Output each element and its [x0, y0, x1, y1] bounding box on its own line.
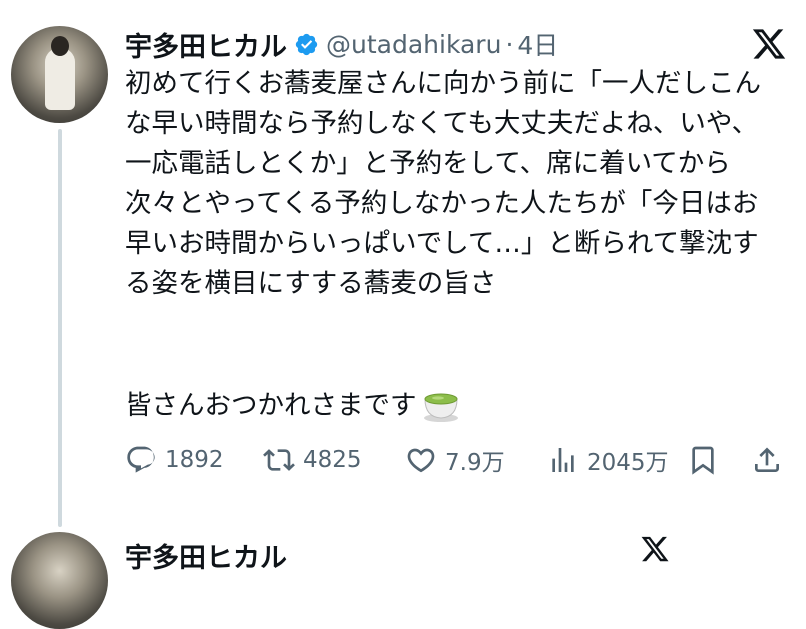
greeting-text: 皆さんおつかれさまです	[125, 390, 417, 421]
x-logo-icon[interactable]	[750, 26, 788, 62]
repost-icon	[263, 449, 295, 471]
views-icon	[552, 448, 574, 472]
timestamp[interactable]: 4日	[517, 26, 558, 62]
repost-count: 4825	[303, 447, 362, 473]
avatar[interactable]	[11, 26, 108, 123]
next-tweet-avatar[interactable]	[11, 532, 108, 629]
share-icon	[755, 447, 779, 472]
tweet-greeting-line: 皆さんおつかれさまです	[125, 386, 461, 426]
avatar-figure	[45, 48, 75, 110]
tweet-text: 初めて行くお蕎麦屋さんに向かう前に「一人だしこんな早い時間なら予約しなくても大丈…	[125, 68, 761, 299]
views-button[interactable]: 2045万	[547, 442, 669, 478]
bookmark-icon	[692, 446, 714, 475]
action-bar: 1892 4825 7.9万 2045万	[125, 442, 790, 478]
like-button[interactable]: 7.9万	[405, 442, 505, 478]
views-count: 2045万	[587, 450, 669, 476]
reply-icon	[127, 446, 155, 473]
tweet-header: 宇多田ヒカル @utadahikaru · 4日	[125, 25, 558, 64]
like-count: 7.9万	[445, 450, 505, 476]
handle[interactable]: @utadahikaru	[326, 30, 501, 59]
reply-count: 1892	[165, 447, 224, 473]
display-name[interactable]: 宇多田ヒカル	[125, 25, 287, 64]
thread-line	[58, 129, 62, 527]
verified-badge-icon	[295, 33, 318, 55]
share-button[interactable]	[751, 442, 783, 478]
tea-cup-emoji-icon	[423, 393, 458, 422]
reply-button[interactable]: 1892	[125, 442, 224, 478]
next-tweet-x-logo-icon	[641, 536, 669, 562]
separator-dot: ·	[505, 29, 514, 59]
bookmark-button[interactable]	[687, 442, 719, 478]
repost-button[interactable]: 4825	[263, 442, 362, 478]
next-tweet-display-name[interactable]: 宇多田ヒカル	[125, 536, 287, 575]
avatar-head	[51, 36, 69, 56]
like-icon	[407, 448, 435, 473]
